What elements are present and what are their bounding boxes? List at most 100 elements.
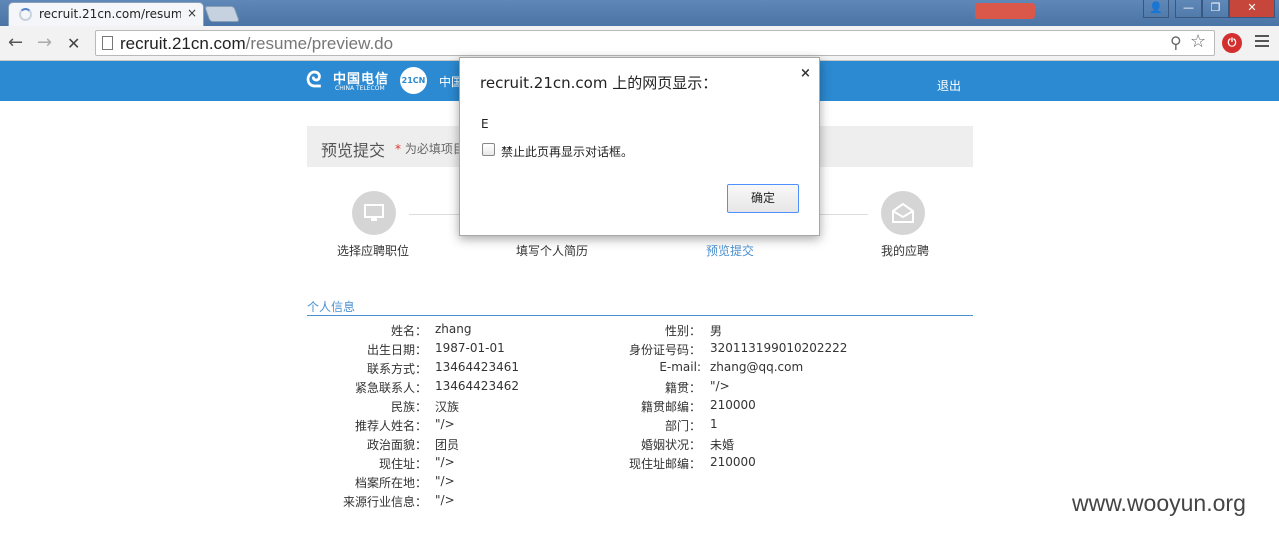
required-star: * [395,142,401,156]
page-title: 预览提交 [321,141,386,160]
field-label: 出生日期： [366,343,427,357]
field-label: 现住址邮编： [628,457,701,471]
maximize-button[interactable]: ❐ [1202,0,1229,18]
step-label-active: 预览提交 [706,244,755,258]
browser-tab-strip: recruit.21cn.com/resum × 👤 — ❐ ✕ [0,0,1279,26]
field-value: 汉族 [435,400,460,414]
field-value: 210000 [710,455,756,469]
logout-link[interactable]: 退出 [937,77,961,94]
required-note: * 为必填项目 [395,140,465,157]
address-bar[interactable]: recruit.21cn.com/resume/preview.do ⚲ ☆ [95,30,1215,56]
field-label: 紧急联系人： [354,381,427,395]
dialog-title: recruit.21cn.com 上的网页显示： [480,74,718,92]
field-label: 婚姻状况： [640,438,701,452]
bookmark-star-icon[interactable]: ☆ [1190,31,1206,52]
section-title: 个人信息 [307,300,356,314]
field-label: 籍贯邮编： [640,400,701,414]
taskbar-badge [975,3,1035,19]
info-row: 性别： [580,322,701,341]
suppress-dialogs-checkbox[interactable] [482,143,495,156]
info-row: 籍贯邮编： [580,398,701,417]
stop-loading-icon[interactable]: ✕ [67,34,80,53]
field-label: 部门： [664,419,701,433]
tab-close-icon[interactable]: × [187,6,197,20]
info-row: 姓名： [307,322,427,341]
close-window-button[interactable]: ✕ [1229,0,1275,18]
step-select-job-icon [352,191,396,235]
field-label: 籍贯： [664,381,701,395]
minimize-button[interactable]: — [1175,0,1202,18]
tab-title: recruit.21cn.com/resum [39,7,181,21]
field-label: 民族： [390,400,427,414]
telecom-logo-icon: ᘓ [306,68,322,93]
page-icon [102,36,113,50]
field-label: 来源行业信息： [342,495,427,509]
21cn-badge: 21CN [400,67,427,94]
info-row: 现住址： [307,455,427,474]
field-label: 身份证号码： [628,343,701,357]
field-value: "/> [435,474,455,488]
info-row: 婚姻状况： [580,436,701,455]
step-connector [820,214,868,215]
field-value: "/> [435,493,455,507]
field-value: 210000 [710,398,756,412]
forward-icon[interactable]: → [37,32,52,53]
watermark: www.wooyun.org [1072,490,1246,516]
field-label: E-mail: [659,360,701,374]
back-icon[interactable]: ← [8,32,23,53]
field-label: 姓名： [390,324,427,338]
field-value: 13464423461 [435,360,519,374]
field-value: 1987-01-01 [435,341,505,355]
user-icon[interactable]: 👤 [1143,0,1169,18]
url-path: /resume/preview.do [245,34,394,53]
menu-icon[interactable] [1255,35,1269,47]
field-value: 320113199010202222 [710,341,848,355]
info-row: 部门： [580,417,701,436]
dialog-close-icon[interactable]: × [800,66,811,81]
step-label: 选择应聘职位 [337,244,410,258]
info-row: 联系方式： [307,360,427,379]
info-row: E-mail: [580,360,701,379]
field-label: 现住址： [378,457,427,471]
info-row: 来源行业信息： [307,493,427,512]
field-value: 男 [710,324,723,338]
info-row: 籍贯： [580,379,701,398]
field-value: zhang [435,322,472,336]
info-row: 政治面貌： [307,436,427,455]
info-row: 出生日期： [307,341,427,360]
info-row: 民族： [307,398,427,417]
suppress-dialogs-label[interactable]: 禁止此页再显示对话框。 [501,143,633,160]
info-row: 身份证号码： [580,341,701,360]
browser-tab[interactable]: recruit.21cn.com/resum × [8,2,204,26]
loading-spinner-icon [19,8,32,21]
logo-text-en: CHINA TELECOM [335,85,385,92]
info-row: 档案所在地： [307,474,427,493]
field-label: 政治面貌： [366,438,427,452]
step-label: 我的应聘 [881,244,930,258]
field-value: "/> [435,417,455,431]
field-label: 性别： [664,324,701,338]
url-host: recruit.21cn.com [120,34,246,53]
info-row: 现住址邮编： [580,455,701,474]
user-glyph: 👤 [1149,1,1163,14]
field-label: 联系方式： [366,362,427,376]
ok-button[interactable]: 确定 [727,184,799,213]
field-label: 推荐人姓名： [354,419,427,433]
field-value: "/> [435,455,455,469]
step-label: 填写个人简历 [516,244,589,258]
info-row: 紧急联系人： [307,379,427,398]
zoom-icon[interactable]: ⚲ [1170,33,1182,52]
section-header: 个人信息 [307,298,973,316]
field-value: 1 [710,417,718,431]
browser-toolbar: ← → ✕ recruit.21cn.com/resume/preview.do… [0,26,1279,61]
field-value: 13464423462 [435,379,519,393]
info-row: 推荐人姓名： [307,417,427,436]
required-note-text: 为必填项目 [404,142,465,156]
field-value: zhang@qq.com [710,360,804,374]
new-tab-button[interactable] [204,6,240,22]
dialog-message: E [481,117,489,131]
extension-icon[interactable]: ⏻ [1222,33,1242,53]
field-value: 未婚 [710,438,735,452]
field-value: 团员 [435,438,460,452]
address-url: recruit.21cn.com/resume/preview.do [120,34,393,54]
